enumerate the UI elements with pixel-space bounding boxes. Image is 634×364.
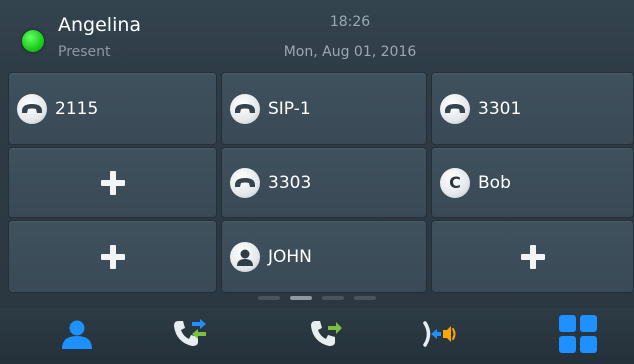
page-dot[interactable] bbox=[354, 296, 376, 300]
contact-key-label: Bob bbox=[478, 172, 511, 193]
line-key-sip-1[interactable]: SIP-1 bbox=[221, 72, 427, 145]
page-indicator[interactable] bbox=[0, 293, 634, 303]
handset-icon bbox=[230, 167, 260, 198]
handset-icon bbox=[440, 93, 470, 124]
page-dot[interactable] bbox=[322, 296, 344, 300]
add-key-button[interactable] bbox=[8, 220, 217, 293]
menu-grid-icon bbox=[558, 314, 598, 358]
line-key-grid: 2115 SIP-1 3301 3303 C Bob JOHN bbox=[0, 66, 634, 293]
clock-time: 18:26 bbox=[329, 14, 371, 30]
plus-icon bbox=[100, 244, 125, 269]
line-key-label: 2115 bbox=[55, 98, 99, 119]
person-icon bbox=[230, 241, 260, 272]
plus-icon bbox=[100, 170, 125, 195]
contact-key-label: JOHN bbox=[268, 246, 312, 267]
clock-date: Mon, Aug 01, 2016 bbox=[283, 44, 417, 60]
page-dot[interactable] bbox=[258, 296, 280, 300]
handset-icon bbox=[17, 93, 47, 124]
line-key-label: 3303 bbox=[268, 172, 312, 193]
line-key-label: 3301 bbox=[478, 98, 522, 119]
intercom-button[interactable] bbox=[410, 308, 470, 364]
call-forward-icon bbox=[309, 318, 343, 354]
bottom-toolbar bbox=[0, 308, 634, 364]
contact-key-john[interactable]: JOHN bbox=[221, 220, 427, 293]
contact-letter-icon: C bbox=[440, 167, 470, 198]
call-transfer-button[interactable] bbox=[160, 308, 220, 364]
line-key-3303[interactable]: 3303 bbox=[221, 147, 427, 218]
contacts-icon bbox=[60, 319, 94, 353]
contacts-button[interactable] bbox=[47, 308, 107, 364]
add-key-button[interactable] bbox=[431, 220, 634, 293]
status-bar: Angelina Present 18:26 Mon, Aug 01, 2016 bbox=[0, 0, 634, 66]
contact-key-bob[interactable]: C Bob bbox=[431, 147, 634, 218]
add-key-button[interactable] bbox=[8, 147, 217, 218]
intercom-icon bbox=[422, 319, 458, 353]
page-dot-active[interactable] bbox=[290, 296, 312, 300]
call-transfer-icon bbox=[172, 318, 208, 354]
plus-icon bbox=[520, 244, 545, 269]
call-forward-button[interactable] bbox=[296, 308, 356, 364]
line-key-3301[interactable]: 3301 bbox=[431, 72, 634, 145]
line-key-2115[interactable]: 2115 bbox=[8, 72, 217, 145]
handset-icon bbox=[230, 93, 260, 124]
line-key-label: SIP-1 bbox=[268, 98, 311, 119]
phone-screen: Angelina Present 18:26 Mon, Aug 01, 2016… bbox=[0, 0, 634, 364]
menu-button[interactable] bbox=[548, 308, 608, 364]
